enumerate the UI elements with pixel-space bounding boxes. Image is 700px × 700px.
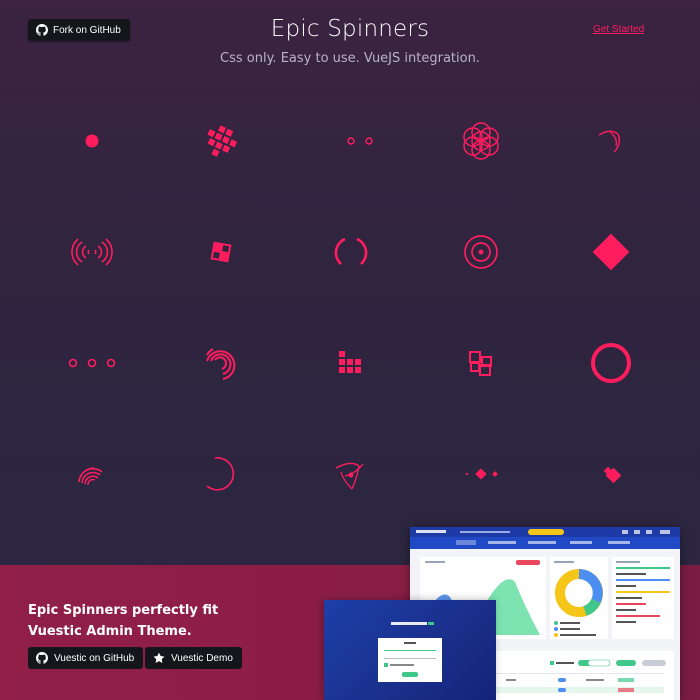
- semipolar-spinner[interactable]: [191, 333, 251, 393]
- fingerprint-spinner[interactable]: [62, 444, 122, 504]
- trinity-rings-spinner[interactable]: [451, 222, 511, 282]
- vuestic-github-label: Vuestic on GitHub: [54, 652, 135, 664]
- breeding-rhombus-spinner[interactable]: [581, 444, 641, 504]
- circles-to-rhombuses-spinner[interactable]: [62, 333, 122, 393]
- looping-rhombuses-spinner[interactable]: [451, 444, 511, 504]
- fulfilling-square-spinner[interactable]: [581, 222, 641, 282]
- promo-line-1: Epic Spinners perfectly fit: [28, 603, 219, 618]
- swapping-squares-spinner[interactable]: [451, 333, 511, 393]
- fulfilling-bouncing-circle-spinner[interactable]: [581, 333, 641, 393]
- star-icon: [153, 652, 165, 663]
- vuestic-github-button[interactable]: Vuestic on GitHub: [28, 647, 144, 669]
- vuestic-login-preview: [324, 600, 496, 700]
- self-building-square-spinner[interactable]: [321, 333, 381, 393]
- atom-spinner[interactable]: [321, 444, 381, 504]
- page-subtitle: Css only. Easy to use. VueJS integration…: [220, 51, 480, 66]
- hollow-dots-spinner[interactable]: [330, 111, 390, 171]
- intersecting-circles-spinner[interactable]: [451, 111, 511, 171]
- pixel-spinner[interactable]: [191, 111, 251, 171]
- scaling-squares-spinner[interactable]: [191, 222, 251, 282]
- spring-spinner[interactable]: [191, 444, 251, 504]
- vuestic-demo-label: Vuestic Demo: [171, 652, 233, 664]
- promo-line-2: Vuestic Admin Theme.: [28, 624, 192, 639]
- vuestic-demo-button[interactable]: Vuestic Demo: [145, 647, 242, 669]
- half-circle-spinner[interactable]: [321, 222, 381, 282]
- get-started-link[interactable]: Get Started: [593, 24, 644, 35]
- promo-text: Epic Spinners perfectly fit Vuestic Admi…: [28, 600, 228, 642]
- radar-spinner[interactable]: [62, 222, 122, 282]
- github-icon: [36, 652, 48, 664]
- flower-spinner[interactable]: [62, 111, 122, 171]
- orbit-spinner[interactable]: [581, 111, 641, 171]
